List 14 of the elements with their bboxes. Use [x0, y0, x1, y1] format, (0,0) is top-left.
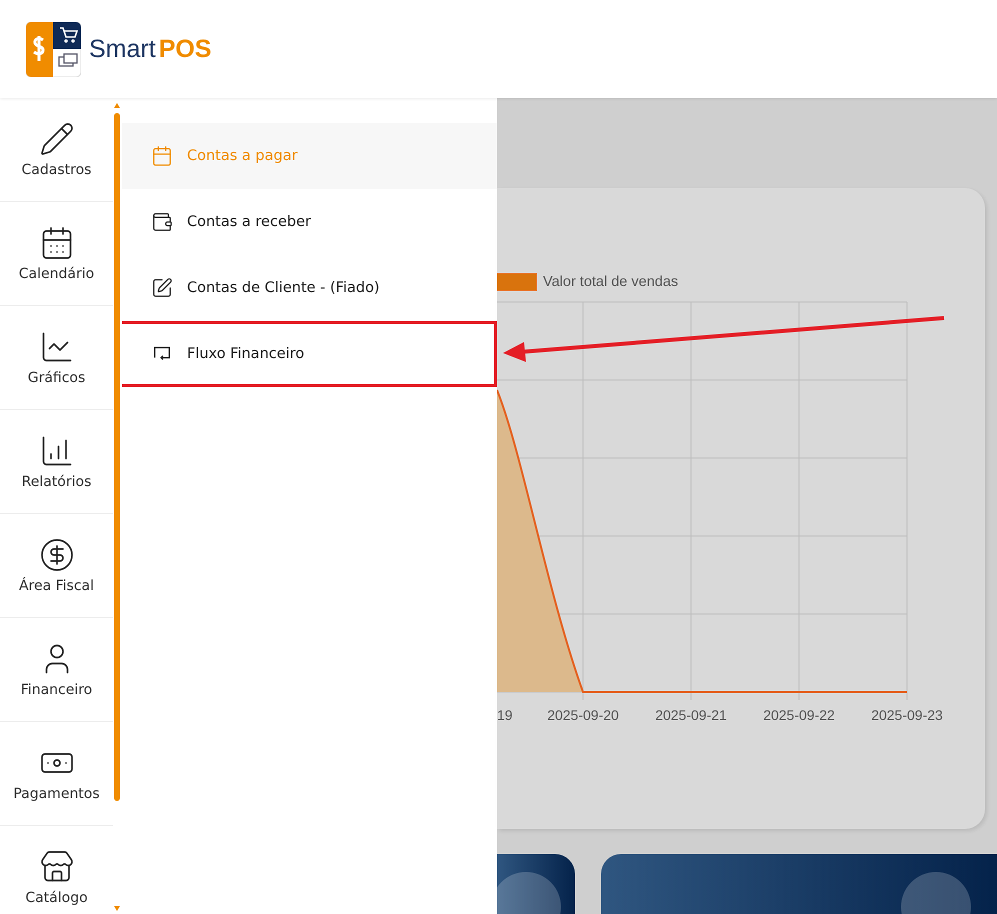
axis-label: 2025-09-23 [871, 707, 943, 723]
axis-label: 2025-09-22 [763, 707, 835, 723]
pencil-icon [38, 120, 74, 157]
wallet-icon [151, 211, 173, 233]
axis-label: 19 [497, 707, 513, 723]
brand-name: SmartPOS [89, 34, 212, 64]
calendar-icon [151, 145, 173, 167]
dollar-icon [38, 536, 74, 573]
legend-label: Valor total de vendas [543, 274, 678, 290]
axis-label: 2025-09-20 [547, 707, 619, 723]
legend-swatch [497, 273, 537, 291]
axis-label: 2025-09-21 [655, 707, 727, 723]
logo-icon [26, 22, 81, 76]
edit-icon [151, 277, 173, 299]
